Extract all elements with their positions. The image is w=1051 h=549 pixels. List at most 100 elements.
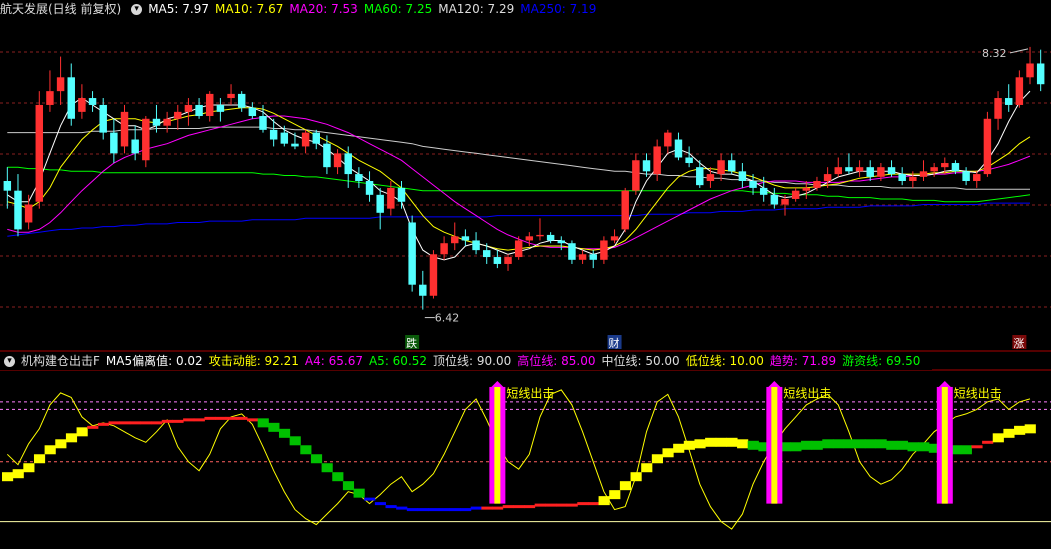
event-marker: 涨 bbox=[1013, 337, 1024, 350]
sub-legend: ▾ 机构建仓出击F MA5偏离值: 0.02 攻击动能: 92.21 A4: 65.67… bbox=[0, 352, 933, 370]
candle-body bbox=[855, 167, 864, 172]
candle-body bbox=[429, 254, 438, 296]
candle-body bbox=[1026, 63, 1034, 78]
low-price-label: 6.42 bbox=[435, 312, 460, 325]
trend-block bbox=[278, 428, 291, 438]
candle-body bbox=[706, 174, 715, 181]
candle-body bbox=[557, 240, 566, 244]
candle-body bbox=[930, 167, 938, 172]
sub-legend-item: A5: 60.52 bbox=[368, 354, 428, 368]
trend-block bbox=[396, 506, 408, 510]
signal-core bbox=[941, 386, 948, 504]
candle-body bbox=[962, 171, 970, 181]
trend-block bbox=[896, 440, 909, 450]
trend-block bbox=[183, 418, 195, 422]
main-legend-items: MA5: 7.97 MA10: 7.67 MA20: 7.53 MA60: 7.25 M… bbox=[148, 2, 602, 16]
trend-block bbox=[161, 419, 173, 423]
trend-block bbox=[65, 433, 78, 443]
candle-body bbox=[46, 91, 54, 105]
high-pointer bbox=[1009, 48, 1029, 54]
ma5-line bbox=[7, 90, 1031, 261]
trend-block bbox=[651, 454, 663, 464]
candle-body bbox=[791, 190, 800, 199]
main-legend-item: MA60: 7.25 bbox=[363, 2, 433, 16]
candle-body bbox=[56, 77, 65, 92]
candle-body bbox=[216, 104, 225, 112]
trend-block bbox=[726, 437, 738, 447]
candle-body bbox=[376, 194, 384, 213]
signal-label: 短线出击 bbox=[954, 386, 1002, 400]
candle-body bbox=[365, 181, 374, 195]
sub-legend-item: MA5偏离值: 0.02 bbox=[105, 354, 203, 368]
trend-block bbox=[971, 445, 983, 449]
trend-block bbox=[918, 442, 930, 452]
trend-block bbox=[33, 454, 46, 464]
candle-body bbox=[589, 254, 597, 260]
candle-body bbox=[823, 174, 832, 181]
trend-block bbox=[630, 472, 642, 482]
trend-block bbox=[97, 422, 110, 426]
candle-body bbox=[717, 160, 725, 175]
signal-arrow bbox=[938, 380, 951, 387]
trend-block bbox=[460, 508, 472, 512]
sub-legend-item: 低位线: 10.00 bbox=[685, 354, 764, 368]
dropdown-icon[interactable]: ▾ bbox=[131, 4, 143, 15]
candle-body bbox=[259, 116, 267, 130]
trend-block bbox=[800, 440, 813, 450]
candle-body bbox=[419, 284, 427, 296]
trend-block bbox=[289, 436, 301, 446]
candle-body bbox=[525, 236, 534, 241]
dropdown-icon[interactable]: ▾ bbox=[4, 356, 15, 367]
candle-body bbox=[866, 167, 874, 177]
chart-stage: 8.32 6.42 跌 财 涨短线出击 短线出击 短线出击 bbox=[0, 0, 1051, 546]
candle-body bbox=[578, 254, 587, 260]
trend-block bbox=[854, 439, 866, 449]
candle-body bbox=[440, 243, 448, 255]
candle-body bbox=[387, 187, 395, 209]
trend-block bbox=[1014, 425, 1026, 435]
trend-block bbox=[513, 505, 525, 509]
trend-block bbox=[492, 506, 504, 510]
signal-arrow bbox=[491, 380, 504, 387]
trend-block bbox=[151, 421, 163, 425]
sub-legend-item: 顶位线: 90.00 bbox=[433, 354, 512, 368]
indicator-title: 机构建仓出击F bbox=[21, 354, 100, 368]
trend-block bbox=[449, 508, 461, 512]
candle-body bbox=[898, 174, 906, 181]
candle-body bbox=[770, 194, 779, 205]
trend-block bbox=[225, 416, 237, 420]
trend-block bbox=[524, 505, 536, 509]
trend-block bbox=[481, 506, 493, 510]
trend-block bbox=[1003, 428, 1015, 438]
trend-block bbox=[310, 454, 323, 464]
candle-body bbox=[983, 118, 992, 175]
candle-body bbox=[163, 118, 171, 126]
candle-body bbox=[887, 167, 896, 175]
trend-block bbox=[353, 488, 365, 498]
sub-legend-item: 中位线: 50.00 bbox=[601, 354, 680, 368]
candle-body bbox=[301, 132, 310, 147]
candle-body bbox=[951, 163, 960, 172]
high-price-label: 8.32 bbox=[982, 47, 1007, 60]
signal-core bbox=[771, 386, 778, 504]
trend-block bbox=[129, 421, 141, 425]
ma20-line bbox=[7, 115, 1031, 250]
candle-body bbox=[834, 167, 842, 175]
trend-block bbox=[811, 440, 823, 450]
trend-block bbox=[790, 442, 802, 452]
trend-block bbox=[705, 437, 717, 447]
candle-body bbox=[909, 176, 917, 181]
candle-body bbox=[461, 236, 470, 241]
candle-body bbox=[195, 104, 203, 117]
trend-block bbox=[609, 490, 621, 500]
main-legend: 航天发展(日线 前复权) ▾ MA5: 7.97 MA10: 7.67 MA20: 7.… bbox=[0, 0, 609, 18]
candle-body bbox=[674, 139, 683, 158]
event-marker: 财 bbox=[609, 336, 620, 350]
candle-body bbox=[269, 129, 278, 140]
candle-body bbox=[749, 181, 757, 188]
signal-arrow bbox=[768, 380, 781, 387]
trend-block bbox=[44, 445, 56, 455]
trend-block bbox=[470, 506, 482, 510]
main-legend-item: MA10: 7.67 bbox=[214, 2, 284, 16]
trend-block bbox=[172, 419, 184, 423]
